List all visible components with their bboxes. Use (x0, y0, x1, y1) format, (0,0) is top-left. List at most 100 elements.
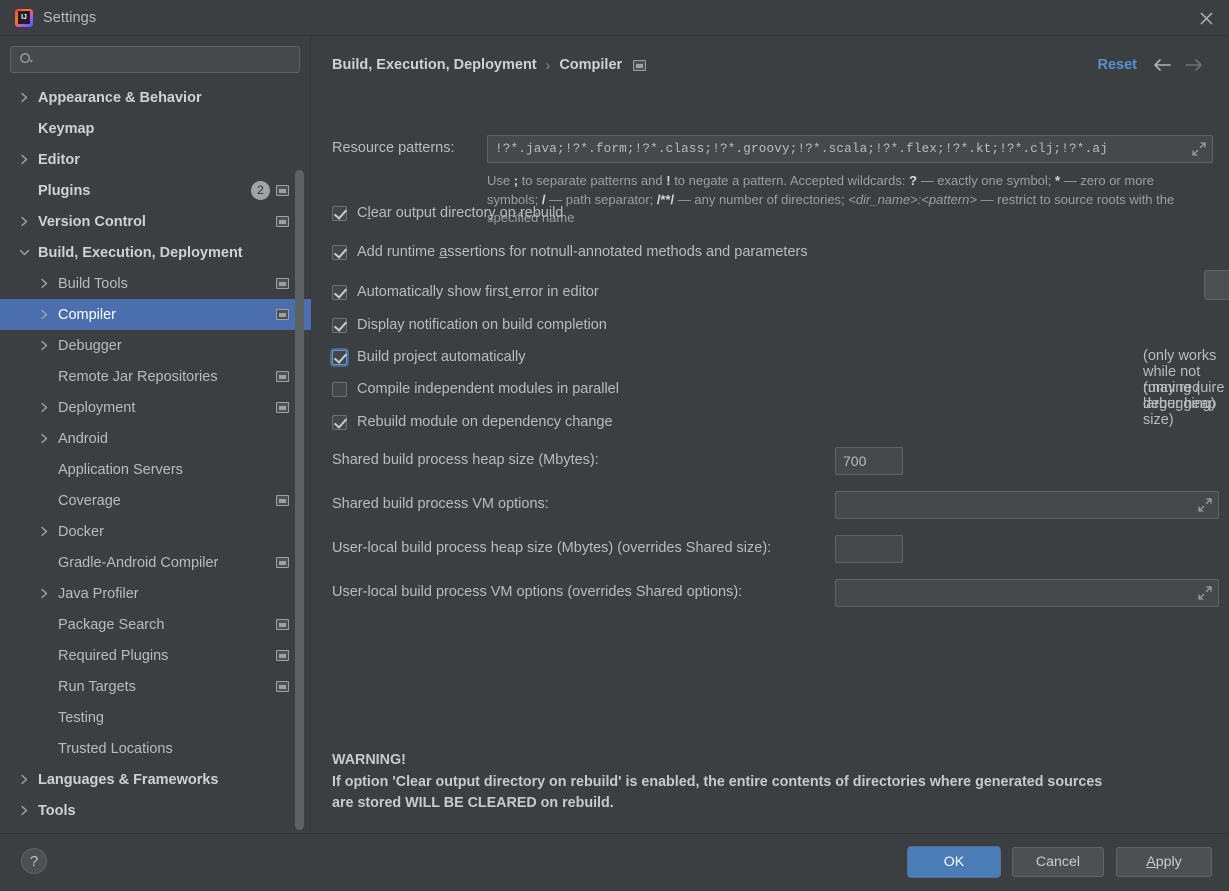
module-scope-icon[interactable] (276, 557, 289, 568)
module-scope-icon[interactable] (276, 185, 289, 196)
module-scope-icon[interactable] (633, 59, 647, 71)
chevron-right-icon[interactable] (18, 144, 31, 175)
chevron-right-icon[interactable] (38, 423, 51, 454)
sidebar-item-required-plugins[interactable]: Required Plugins (0, 640, 311, 671)
checkbox-row-display-notification-on-build-completion[interactable]: Display notification on build completion (332, 314, 607, 336)
checkbox-row-rebuild-module-on-dependency-change[interactable]: Rebuild module on dependency change (332, 411, 613, 433)
expand-editor-icon[interactable] (1198, 498, 1212, 512)
checkbox-row-build-project-automatically[interactable]: Build project automatically (332, 346, 525, 368)
checkbox-input[interactable] (332, 284, 347, 300)
chevron-right-icon[interactable] (38, 330, 51, 361)
chevron-right-icon[interactable] (38, 578, 51, 609)
apply-button[interactable]: Apply (1116, 847, 1212, 877)
checkbox-label: Compile independent modules in parallel (357, 381, 619, 397)
arrow-left-icon[interactable] (1149, 52, 1175, 78)
plugins-update-badge: 2 (251, 181, 270, 200)
sidebar-item-docker[interactable]: Docker (0, 516, 311, 547)
sidebar-item-trusted-locations[interactable]: Trusted Locations (0, 733, 311, 764)
chevron-right-icon[interactable] (38, 392, 51, 423)
expand-editor-icon[interactable] (1198, 586, 1212, 600)
close-icon[interactable] (1183, 0, 1229, 36)
search-box[interactable] (10, 46, 300, 73)
breadcrumb-parent[interactable]: Build, Execution, Deployment (332, 57, 537, 73)
checkbox-input[interactable] (332, 414, 347, 430)
sidebar-scrollbar-track[interactable] (295, 88, 307, 866)
sidebar-item-application-servers[interactable]: Application Servers (0, 454, 311, 485)
sidebar-item-deployment[interactable]: Deployment (0, 392, 311, 423)
module-scope-icon[interactable] (276, 619, 289, 630)
expand-editor-icon[interactable] (1192, 142, 1206, 156)
settings-tree[interactable]: Appearance & Behavior Keymap Editor Plugins… (0, 82, 311, 832)
sidebar-item-testing[interactable]: Testing (0, 702, 311, 733)
checkbox-input[interactable] (332, 381, 347, 397)
module-scope-icon[interactable] (276, 371, 289, 382)
chevron-right-icon[interactable] (38, 268, 51, 299)
sidebar-item-remote-jar-repositories[interactable]: Remote Jar Repositories (0, 361, 311, 392)
sidebar-item-tools[interactable]: Tools (0, 795, 311, 826)
sidebar-item-languages-frameworks[interactable]: Languages & Frameworks (0, 764, 311, 795)
checkbox-row-clear-output-directory-on-rebuild[interactable]: Clear output directory on rebuild (332, 202, 563, 224)
cancel-button[interactable]: Cancel (1012, 847, 1104, 877)
checkbox-input[interactable] (332, 349, 347, 365)
sidebar-item-label: Plugins (38, 182, 91, 199)
input-field[interactable] (835, 579, 1219, 607)
chevron-right-icon[interactable] (18, 795, 31, 826)
sidebar-item-plugins[interactable]: Plugins 2 (0, 175, 311, 206)
sidebar-item-compiler[interactable]: Compiler (0, 299, 311, 330)
module-scope-icon[interactable] (276, 278, 289, 289)
sidebar-item-appearance-behavior[interactable]: Appearance & Behavior (0, 82, 311, 113)
sidebar-item-gradle-android-compiler[interactable]: Gradle-Android Compiler (0, 547, 311, 578)
sidebar-item-run-targets[interactable]: Run Targets (0, 671, 311, 702)
sidebar-item-coverage[interactable]: Coverage (0, 485, 311, 516)
reset-link[interactable]: Reset (1098, 52, 1138, 78)
module-scope-icon[interactable] (276, 309, 289, 320)
sidebar-item-java-profiler[interactable]: Java Profiler (0, 578, 311, 609)
chevron-right-icon[interactable] (18, 206, 31, 237)
sidebar-item-label: Android (58, 430, 108, 447)
text-input[interactable] (836, 492, 1218, 518)
checkbox-row-automatically-show-first-error-in-editor[interactable]: Automatically show first error in editor (332, 281, 599, 303)
module-scope-icon[interactable] (276, 402, 289, 413)
sidebar-item-editor[interactable]: Editor (0, 144, 311, 175)
warning-line-1: WARNING! (332, 752, 406, 768)
chevron-right-icon[interactable] (18, 764, 31, 795)
sidebar-item-build-tools[interactable]: Build Tools (0, 268, 311, 299)
module-scope-icon[interactable] (276, 681, 289, 692)
arrow-right-icon[interactable] (1181, 52, 1207, 78)
checkbox-label: Display notification on build completion (357, 317, 607, 333)
configure-annotations-button[interactable]: Configure annotations... (1204, 270, 1229, 300)
help-button[interactable]: ? (21, 848, 47, 874)
sidebar-item-debugger[interactable]: Debugger (0, 330, 311, 361)
search-input[interactable] (34, 52, 299, 67)
sidebar-item-android[interactable]: Android (0, 423, 311, 454)
sidebar-item-keymap[interactable]: Keymap (0, 113, 311, 144)
checkbox-input[interactable] (332, 244, 347, 260)
chevron-right-icon[interactable] (38, 299, 51, 330)
input-field[interactable] (835, 491, 1219, 519)
module-scope-icon[interactable] (276, 216, 289, 227)
resource-patterns-input[interactable] (488, 142, 1212, 156)
module-scope-icon[interactable] (276, 495, 289, 506)
checkbox-input[interactable] (332, 205, 347, 221)
input-field[interactable] (835, 535, 903, 563)
sidebar-item-package-search[interactable]: Package Search (0, 609, 311, 640)
chevron-right-icon[interactable] (18, 82, 31, 113)
sidebar-item-build-execution-deployment[interactable]: Build, Execution, Deployment (0, 237, 311, 268)
module-scope-icon[interactable] (276, 650, 289, 661)
checkbox-label: Add runtime assertions for notnull-annot… (357, 244, 808, 260)
chevron-right-icon[interactable] (38, 516, 51, 547)
text-input[interactable] (836, 536, 902, 562)
sidebar-item-label: Editor (38, 151, 80, 168)
text-input[interactable] (836, 580, 1218, 606)
checkbox-input[interactable] (332, 317, 347, 333)
resource-patterns-field[interactable] (487, 135, 1213, 163)
ok-button[interactable]: OK (908, 847, 1000, 877)
checkbox-row-compile-independent-modules-in-parallel[interactable]: Compile independent modules in parallel (332, 378, 619, 400)
chevron-down-icon[interactable] (18, 237, 31, 268)
sidebar-scrollbar-thumb[interactable] (295, 170, 304, 830)
checkbox-row-add-runtime-assertions-for-notnull-annotated-methods-and-parameters[interactable]: Add runtime assertions for notnull-annot… (332, 241, 808, 263)
input-field[interactable] (835, 447, 903, 475)
text-input[interactable] (836, 448, 902, 474)
sidebar-item-label: Debugger (58, 337, 122, 354)
sidebar-item-version-control[interactable]: Version Control (0, 206, 311, 237)
